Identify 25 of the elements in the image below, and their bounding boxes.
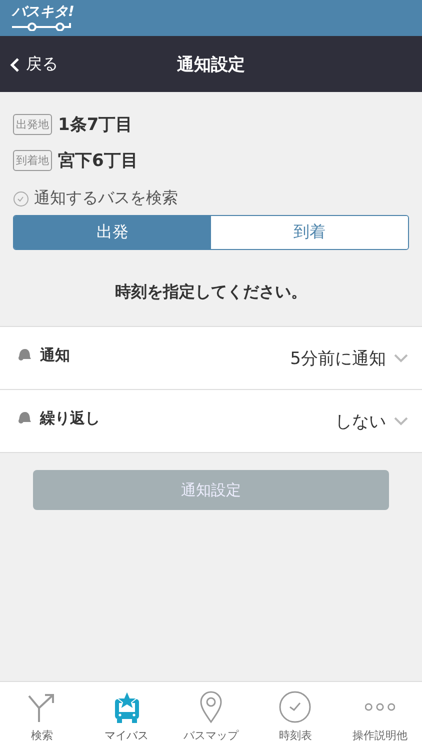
segment-tab[interactable]: 出発 bbox=[14, 216, 211, 249]
more-icon bbox=[364, 702, 395, 710]
tab-bar-item[interactable]: 操作説明他 bbox=[338, 682, 422, 750]
screen-title: 通知設定 bbox=[177, 54, 245, 76]
tab-bar-item[interactable]: バスマップ bbox=[168, 682, 254, 750]
back-button[interactable]: 戻る bbox=[10, 50, 58, 79]
setting-row[interactable]: 繰り返し しない bbox=[0, 390, 422, 453]
chevron-down-icon bbox=[394, 416, 408, 426]
stop-tag: 到着地 bbox=[13, 150, 52, 170]
app-logo: バスキタ! bbox=[12, 5, 74, 20]
stop-tag: 出発地 bbox=[13, 114, 52, 134]
tab-bar-item[interactable]: 検索 bbox=[0, 682, 84, 750]
bell-icon bbox=[16, 410, 32, 424]
tab-bar-item[interactable]: マイバス bbox=[84, 682, 169, 750]
chevron-left-icon bbox=[10, 56, 20, 72]
tab-bar-item[interactable]: 時刻表 bbox=[253, 682, 338, 750]
logo-line-icon bbox=[12, 21, 74, 31]
bell-icon bbox=[16, 347, 32, 361]
stop-name: 宮下6丁目 bbox=[58, 150, 138, 172]
section-label: 通知するバスを検索 bbox=[34, 188, 178, 209]
segment-tab[interactable]: 到着 bbox=[211, 216, 408, 249]
prompt-text: 時刻を指定してください。 bbox=[114, 282, 308, 303]
setting-row[interactable]: 通知 5分前に通知 bbox=[0, 327, 422, 390]
stop-name: 1条7丁目 bbox=[58, 114, 133, 136]
chevron-down-icon bbox=[394, 354, 408, 362]
